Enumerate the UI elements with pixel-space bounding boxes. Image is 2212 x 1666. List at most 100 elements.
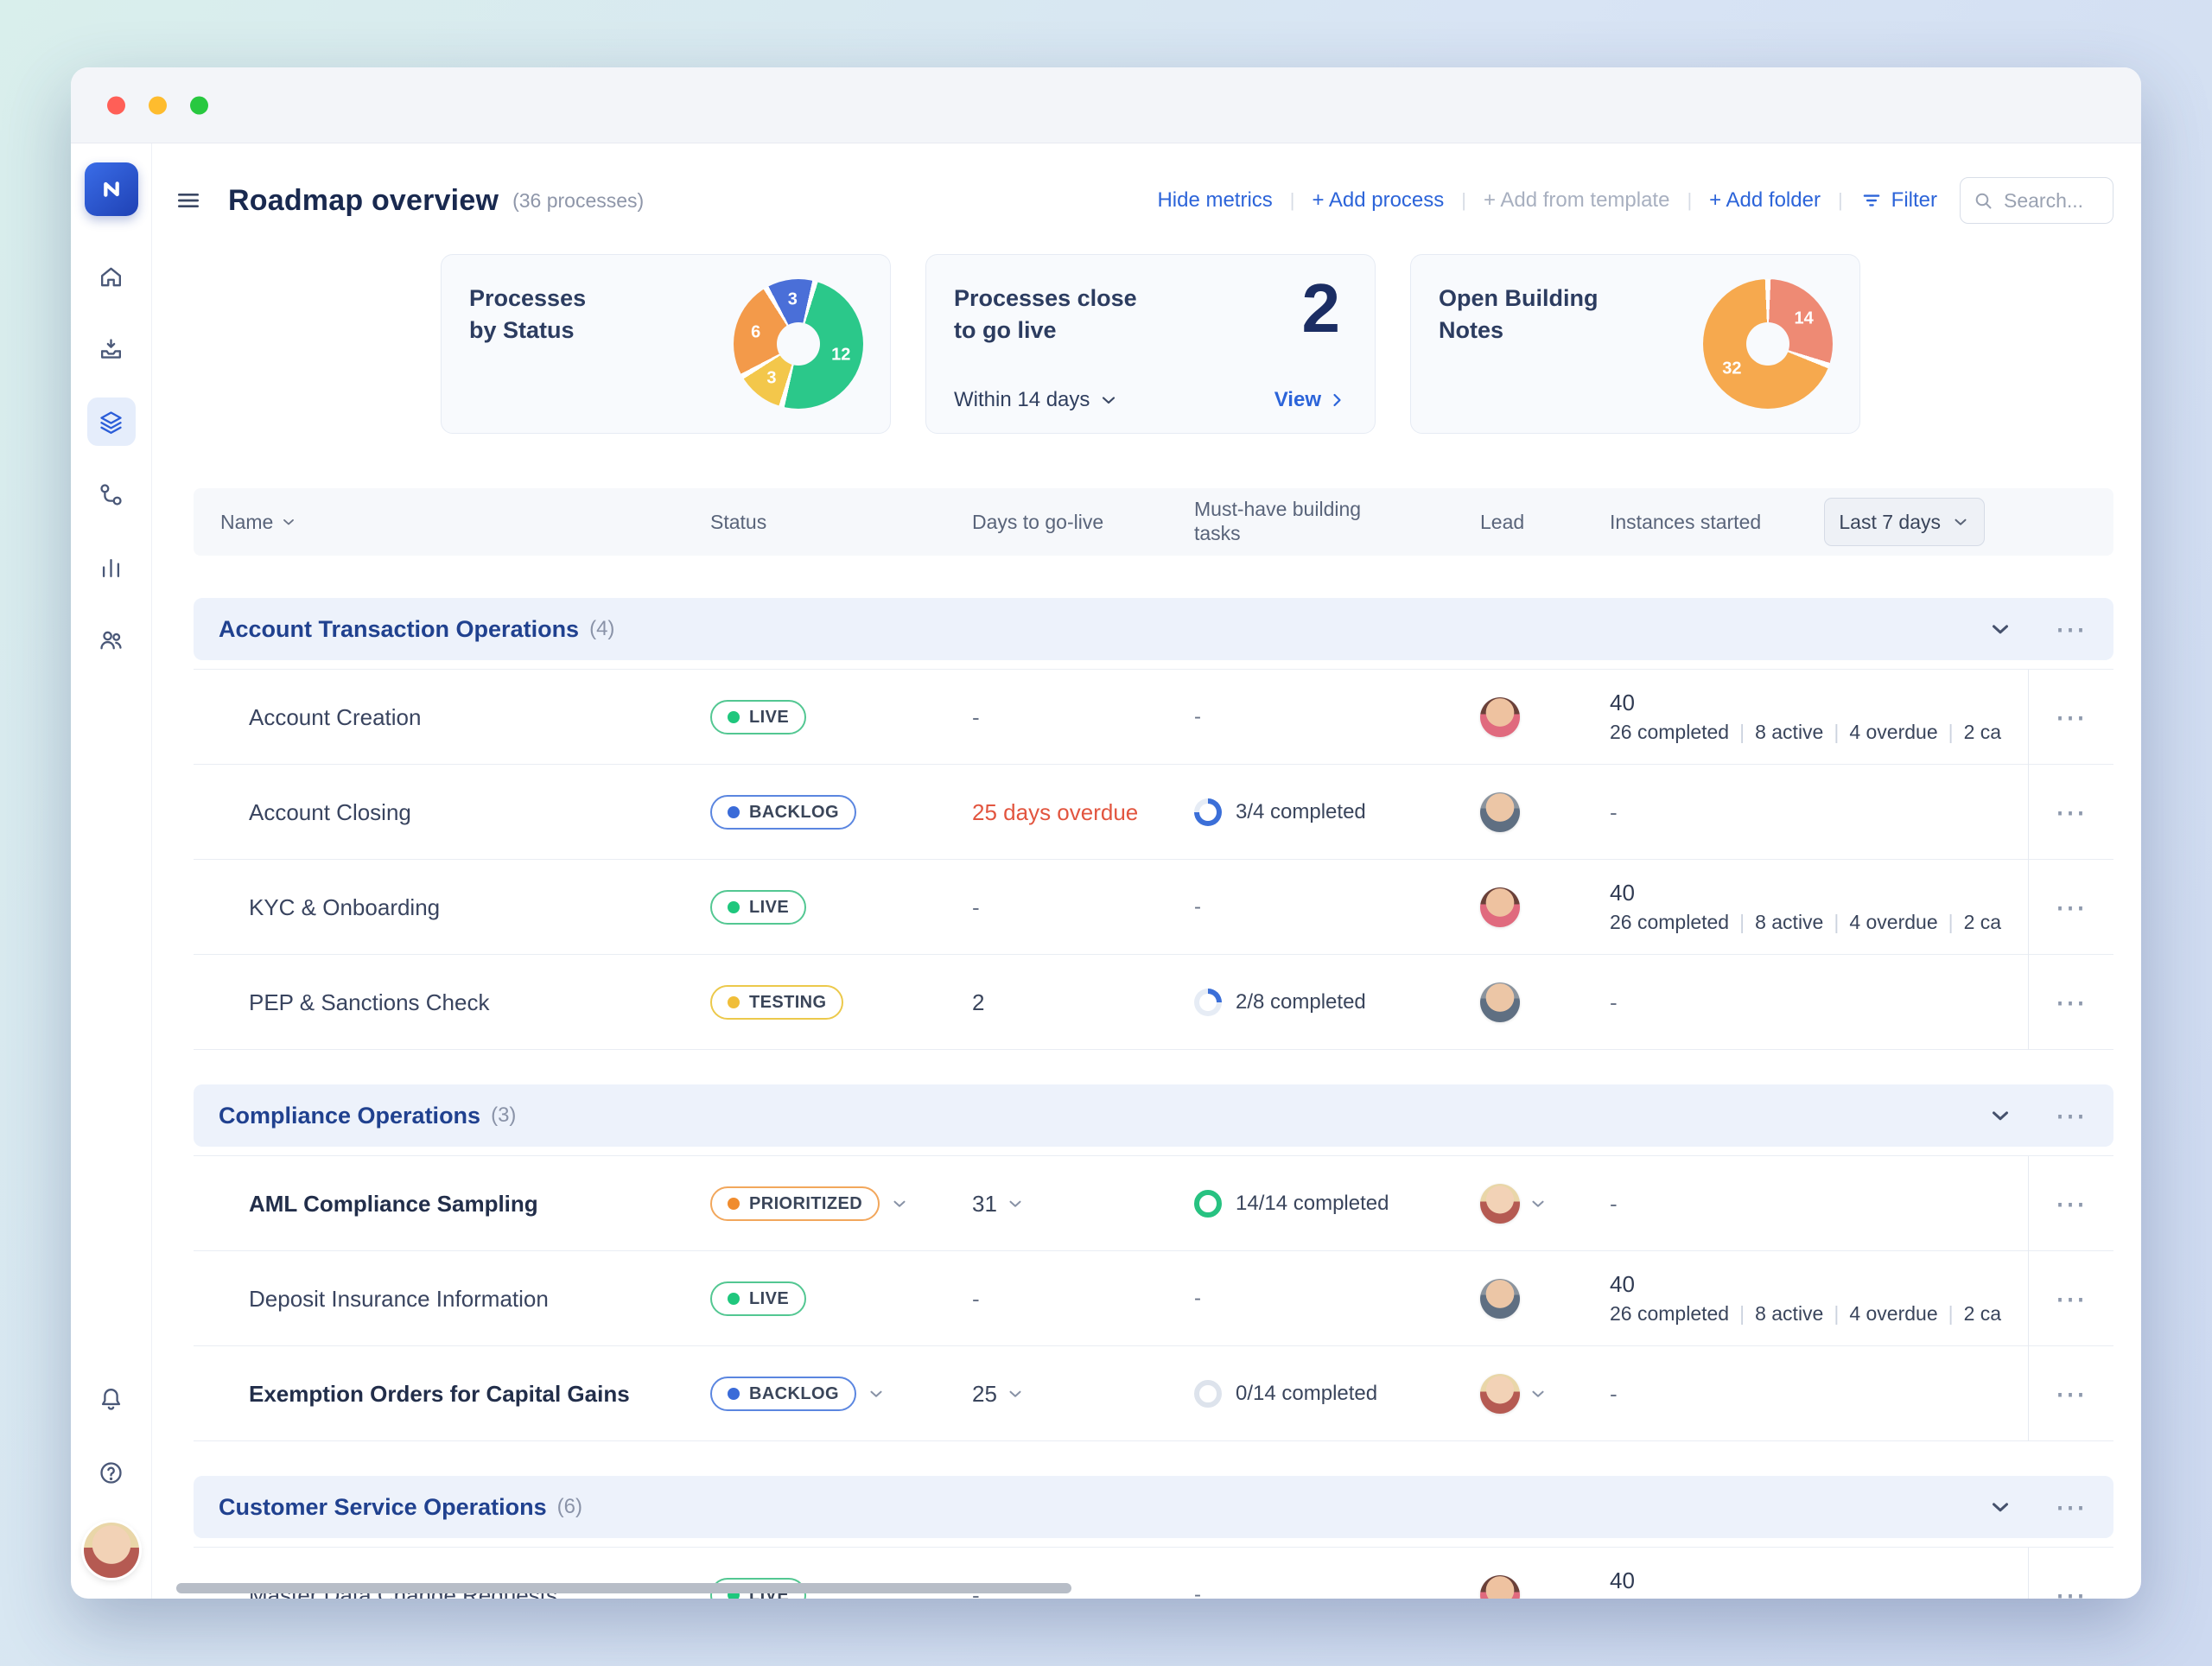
process-row[interactable]: Deposit Insurance Information LIVE - - 4… [194,1251,2113,1346]
metric-card-open-building-notes[interactable]: Open Building Notes 1432 [1410,254,1860,434]
status-badge[interactable]: PRIORITIZED [710,1186,880,1221]
donut-segment-label: 3 [788,290,798,310]
filter-button[interactable]: Filter [1860,188,1937,213]
process-row[interactable]: Exemption Orders for Capital Gains BACKL… [194,1346,2113,1441]
row-menu-button[interactable]: ⋯ [2055,1283,2088,1314]
collapse-group-icon[interactable] [1987,616,2013,642]
zoom-window-button[interactable] [190,96,208,114]
column-building-tasks[interactable]: Must-have building tasks [1194,498,1480,545]
app-window: Roadmap overview (36 processes) Hide met… [71,67,2141,1599]
card-footer: Within 14 days View [954,388,1347,412]
process-row[interactable]: Account Closing BACKLOG 25 days overdue … [194,765,2113,860]
process-name[interactable]: Exemption Orders for Capital Gains [194,1381,710,1408]
sort-chevron-icon [280,513,297,531]
sidebar-item-processes[interactable] [87,397,136,446]
process-name[interactable]: PEP & Sanctions Check [194,989,710,1016]
lead-avatar[interactable] [1480,887,1520,927]
process-group: Customer Service Operations (6) ⋯ Master… [194,1476,2113,1599]
column-status[interactable]: Status [710,511,972,534]
row-menu-button[interactable]: ⋯ [2055,1188,2088,1219]
status-badge[interactable]: BACKLOG [710,1377,856,1411]
building-tasks-cell: 3/4 completed [1194,798,1480,826]
instances-details: 26 completed|8 active|4 overdue|2 ca [1610,1302,2019,1326]
process-name[interactable]: KYC & Onboarding [194,894,710,921]
column-name[interactable]: Name [194,511,710,534]
process-name[interactable]: AML Compliance Sampling [194,1191,710,1218]
collapse-group-icon[interactable] [1987,1494,2013,1520]
sidebar-item-team[interactable] [87,615,136,664]
status-badge[interactable]: BACKLOG [710,795,856,830]
collapse-group-icon[interactable] [1987,1103,2013,1129]
group-name: Compliance Operations [219,1103,480,1129]
lead-cell [1480,792,1610,832]
row-menu-button[interactable]: ⋯ [2055,1378,2088,1409]
process-name[interactable]: Deposit Insurance Information [194,1286,710,1313]
lead-avatar[interactable] [1480,697,1520,737]
row-menu-button[interactable]: ⋯ [2055,892,2088,923]
lead-avatar[interactable] [1480,1279,1520,1319]
building-notes-donut-chart: 1432 [1703,279,1833,409]
sidebar-item-inbox[interactable] [87,325,136,373]
sidebar-item-workflows[interactable] [87,470,136,518]
search-field[interactable] [2002,188,2097,213]
add-folder-button[interactable]: + Add folder [1709,188,1821,213]
horizontal-scrollbar[interactable] [176,1583,1071,1593]
process-name[interactable]: Account Closing [194,799,710,826]
lead-avatar[interactable] [1480,1184,1520,1224]
minimize-window-button[interactable] [149,96,167,114]
app-logo[interactable] [85,162,138,216]
window-titlebar [71,67,2141,143]
menu-toggle-button[interactable] [175,187,202,214]
header-actions: Hide metrics | + Add process | + Add fro… [1157,177,2113,224]
user-avatar[interactable] [84,1523,139,1578]
metric-card-processes-by-status[interactable]: Processes by Status 31236 [441,254,891,434]
status-badge[interactable]: LIVE [710,890,806,925]
view-link[interactable]: View [1274,388,1347,412]
group-menu-button[interactable]: ⋯ [2055,614,2088,645]
process-row[interactable]: AML Compliance Sampling PRIORITIZED 31 1… [194,1156,2113,1251]
lead-avatar[interactable] [1480,1374,1520,1414]
add-process-button[interactable]: + Add process [1313,188,1445,213]
row-menu-button[interactable]: ⋯ [2055,1580,2088,1599]
tasks-progress-ring [1194,1190,1222,1218]
column-days-to-golive[interactable]: Days to go-live [972,511,1194,534]
process-row[interactable]: KYC & Onboarding LIVE - - 40 26 complete… [194,860,2113,955]
instances-range-dropdown[interactable]: Last 7 days [1824,498,1985,546]
lead-avatar[interactable] [1480,792,1520,832]
row-menu-button[interactable]: ⋯ [2055,797,2088,828]
column-lead[interactable]: Lead [1480,511,1610,534]
chevron-down-icon [1098,390,1119,410]
search-input[interactable] [1960,177,2113,224]
status-dot [728,711,740,723]
group-menu-button[interactable]: ⋯ [2055,1491,2088,1523]
group-header[interactable]: Account Transaction Operations (4) ⋯ [194,598,2113,660]
within-days-dropdown[interactable]: Within 14 days [954,388,1119,412]
help-button[interactable] [87,1448,136,1497]
lead-avatar[interactable] [1480,1575,1520,1599]
process-row[interactable]: PEP & Sanctions Check TESTING 2 2/8 comp… [194,955,2113,1050]
group-header[interactable]: Customer Service Operations (6) ⋯ [194,1476,2113,1538]
instances-total: 40 [1610,1272,2019,1298]
notifications-button[interactable] [87,1374,136,1422]
group-header[interactable]: Compliance Operations (3) ⋯ [194,1084,2113,1147]
status-badge[interactable]: LIVE [710,700,806,734]
donut-segment-label: 6 [751,322,760,342]
row-menu-button[interactable]: ⋯ [2055,987,2088,1018]
add-from-template-button[interactable]: + Add from template [1484,188,1669,213]
group-menu-button[interactable]: ⋯ [2055,1100,2088,1131]
close-window-button[interactable] [107,96,125,114]
row-menu-button[interactable]: ⋯ [2055,702,2088,733]
team-icon [98,626,124,653]
sidebar-nav [87,252,136,664]
separator: | [1461,189,1466,212]
sidebar-item-home[interactable] [87,252,136,301]
status-dot [728,1388,740,1400]
sidebar-item-reports[interactable] [87,543,136,591]
process-name[interactable]: Account Creation [194,704,710,731]
status-badge[interactable]: LIVE [710,1281,806,1316]
lead-avatar[interactable] [1480,982,1520,1022]
hide-metrics-button[interactable]: Hide metrics [1157,188,1272,213]
process-row[interactable]: Account Creation LIVE - - 40 26 complete… [194,670,2113,765]
metric-card-close-to-golive[interactable]: Processes close to go live 2 Within 14 d… [925,254,1376,434]
status-badge[interactable]: TESTING [710,985,843,1020]
